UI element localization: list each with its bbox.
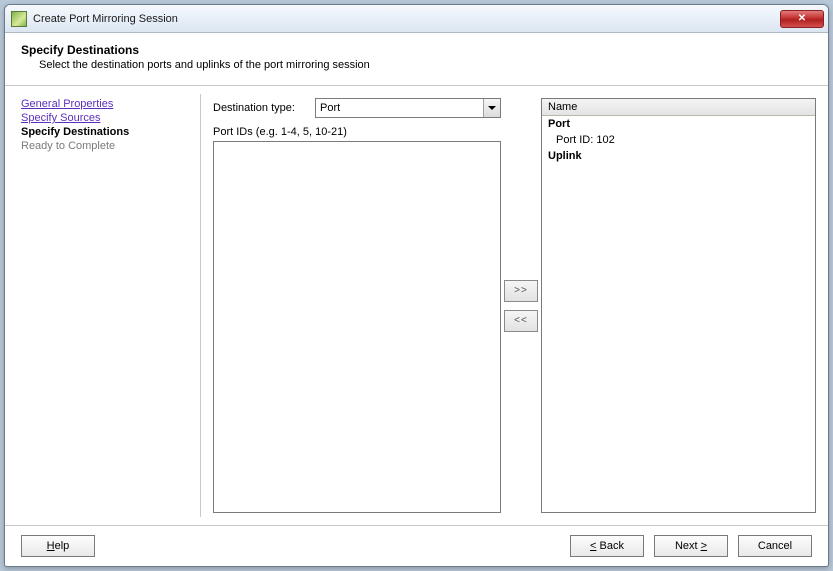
source-column: Destination type: Port Port IDs (e.g. 1-… <box>213 98 501 513</box>
titlebar[interactable]: Create Port Mirroring Session ✕ <box>5 5 828 33</box>
destinations-table[interactable]: Name Port Port ID: 102 Uplink <box>541 98 816 513</box>
row-port-id[interactable]: Port ID: 102 <box>542 132 815 148</box>
port-ids-listbox[interactable] <box>213 141 501 513</box>
chevron-down-icon <box>483 99 500 117</box>
wizard-header: Specify Destinations Select the destinat… <box>5 33 828 86</box>
destination-column: Name Port Port ID: 102 Uplink <box>541 98 816 513</box>
page-title: Specify Destinations <box>21 43 814 57</box>
cancel-button[interactable]: Cancel <box>738 535 812 557</box>
step-specify-sources[interactable]: Specify Sources <box>21 112 194 124</box>
main-panel: Destination type: Port Port IDs (e.g. 1-… <box>201 94 818 517</box>
next-button[interactable]: Next > <box>654 535 728 557</box>
destination-type-select[interactable]: Port <box>315 98 501 118</box>
close-button[interactable]: ✕ <box>780 10 824 28</box>
transfer-buttons: >> << <box>501 98 541 513</box>
dialog-window: Create Port Mirroring Session ✕ Specify … <box>4 4 829 567</box>
port-ids-label: Port IDs (e.g. 1-4, 5, 10-21) <box>213 126 501 138</box>
row-uplink-group[interactable]: Uplink <box>542 148 815 164</box>
destination-type-value: Port <box>316 102 483 114</box>
app-icon <box>11 11 27 27</box>
window-title: Create Port Mirroring Session <box>33 13 178 25</box>
destination-type-label: Destination type: <box>213 102 315 114</box>
remove-button[interactable]: << <box>504 310 538 332</box>
step-specify-destinations: Specify Destinations <box>21 126 194 138</box>
close-icon: ✕ <box>798 13 806 24</box>
help-button[interactable]: Help <box>21 535 95 557</box>
wizard-body: General Properties Specify Sources Speci… <box>5 86 828 526</box>
wizard-steps: General Properties Specify Sources Speci… <box>13 94 201 517</box>
wizard-footer: Help < Back Next > Cancel <box>5 526 828 566</box>
step-ready-to-complete: Ready to Complete <box>21 140 194 152</box>
page-subtitle: Select the destination ports and uplinks… <box>39 59 814 71</box>
row-port-group[interactable]: Port <box>542 116 815 132</box>
step-general-properties[interactable]: General Properties <box>21 98 194 110</box>
add-button[interactable]: >> <box>504 280 538 302</box>
back-button[interactable]: < Back <box>570 535 644 557</box>
column-header-name[interactable]: Name <box>542 99 815 116</box>
